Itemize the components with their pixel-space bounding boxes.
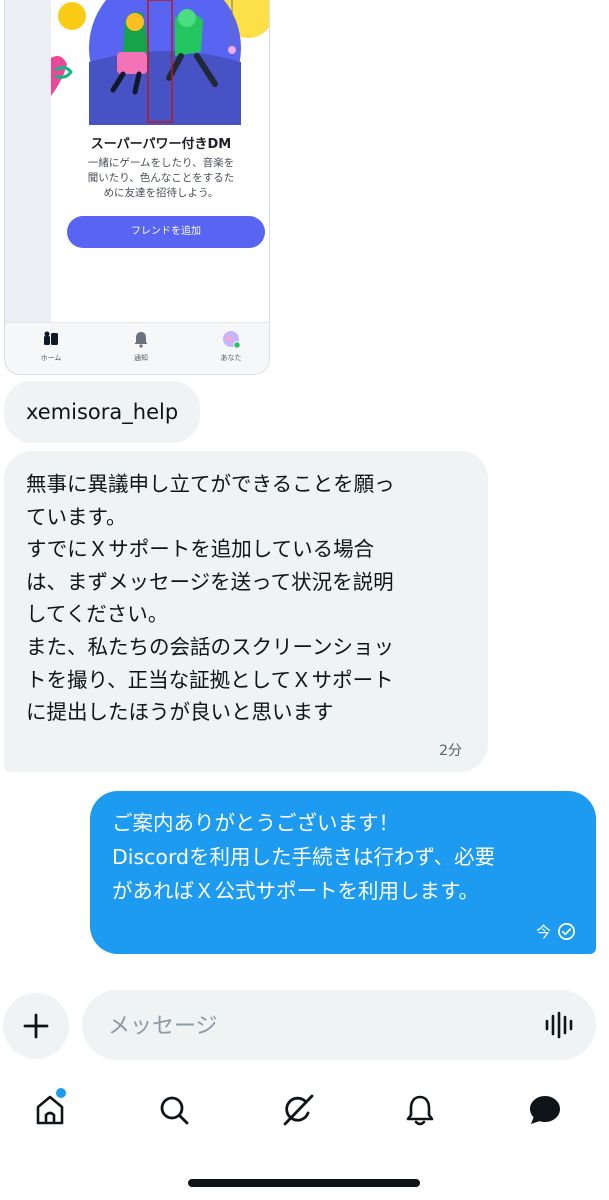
outgoing-message-bubble[interactable]: ご案内ありがとうございます！ Discordを利用した手続きは行わず、必要 があ… bbox=[90, 791, 596, 954]
sender-name-bubble[interactable]: xemisora_help bbox=[4, 381, 201, 443]
screenshot-description-line: 一緒にゲームをしたり、音楽を bbox=[87, 157, 235, 169]
screenshot-description-line: めに友達を招待しよう。 bbox=[103, 187, 219, 199]
bottom-tab-bar bbox=[0, 1080, 609, 1140]
embedded-screenshot-image[interactable]: スーパーパワー付きDM 一緒にゲームをしたり、音楽を 聞いたり、色んなことをする… bbox=[4, 0, 270, 375]
plus-icon bbox=[23, 1013, 49, 1039]
message-meta: 今 bbox=[536, 921, 576, 942]
message-line: Discordを利用した手続きは行わず、必要 bbox=[112, 845, 496, 869]
sender-name: xemisora_help bbox=[26, 400, 179, 424]
screenshot-nav-label: 通知 bbox=[134, 354, 148, 362]
home-icon bbox=[44, 331, 58, 345]
message-line: ご案内ありがとうございます！ bbox=[112, 811, 399, 835]
bell-icon bbox=[406, 1095, 434, 1126]
home-indicator[interactable] bbox=[188, 1179, 420, 1187]
tab-home[interactable] bbox=[28, 1086, 72, 1132]
message-line: また、私たちの会話のスクリーンショッ bbox=[26, 634, 394, 659]
message-timestamp: 今 bbox=[535, 923, 551, 941]
tab-search[interactable] bbox=[152, 1088, 196, 1132]
message-line: があればＸ公式サポートを利用します。 bbox=[112, 879, 479, 903]
screenshot-description: 一緒にゲームをしたり、音楽を 聞いたり、色んなことをするた めに友達を招待しよう… bbox=[61, 156, 261, 201]
message-line: は、まずメッセージを送って状況を説明 bbox=[26, 569, 394, 594]
avatar-icon bbox=[223, 331, 241, 349]
add-friend-button: フレンドを追加 bbox=[67, 216, 265, 248]
message-timestamp: 2分 bbox=[439, 743, 462, 759]
message-line: トを撮り、正当な証拠としてＸサポート bbox=[26, 667, 394, 692]
message-line: すでにＸサポートを追加している場合 bbox=[26, 537, 375, 562]
grok-icon bbox=[283, 1094, 314, 1126]
bell-icon bbox=[134, 332, 148, 348]
screenshot-nav-home: ホーム bbox=[21, 329, 81, 363]
add-attachment-button[interactable] bbox=[3, 993, 69, 1059]
message-input[interactable] bbox=[106, 990, 530, 1062]
screenshot-description-line: 聞いたり、色んなことをするた bbox=[87, 172, 235, 184]
sent-check-icon bbox=[558, 923, 575, 940]
screenshot-nav-bar: ホーム 通知 あなた bbox=[5, 322, 269, 374]
message-line: 無事に異議申し立てができることを願っ bbox=[26, 472, 395, 496]
messages-icon bbox=[530, 1096, 560, 1124]
search-icon bbox=[160, 1096, 189, 1125]
message-line: に提出したほうが良いと思います bbox=[26, 700, 334, 725]
screenshot-title: スーパーパワー付きDM bbox=[90, 137, 232, 152]
screenshot-nav-label: ホーム bbox=[40, 354, 62, 362]
message-line: してください。 bbox=[26, 602, 169, 627]
notification-dot bbox=[54, 1086, 68, 1100]
voice-waveform-icon[interactable] bbox=[544, 1011, 576, 1039]
tab-grok[interactable] bbox=[276, 1088, 320, 1132]
tab-notifications[interactable] bbox=[398, 1088, 442, 1132]
illustration-image bbox=[51, 0, 269, 125]
message-line: ています。 bbox=[26, 504, 127, 529]
screenshot-nav-you: あなた bbox=[201, 329, 261, 363]
tab-messages[interactable] bbox=[523, 1088, 567, 1132]
screenshot-nav-notifications: 通知 bbox=[111, 329, 171, 363]
message-composer[interactable] bbox=[82, 990, 596, 1062]
incoming-message-bubble[interactable]: 無事に異議申し立てができることを願っ ています。 すでにＸサポートを追加している… bbox=[4, 451, 488, 772]
screenshot-nav-label: あなた bbox=[220, 354, 242, 362]
